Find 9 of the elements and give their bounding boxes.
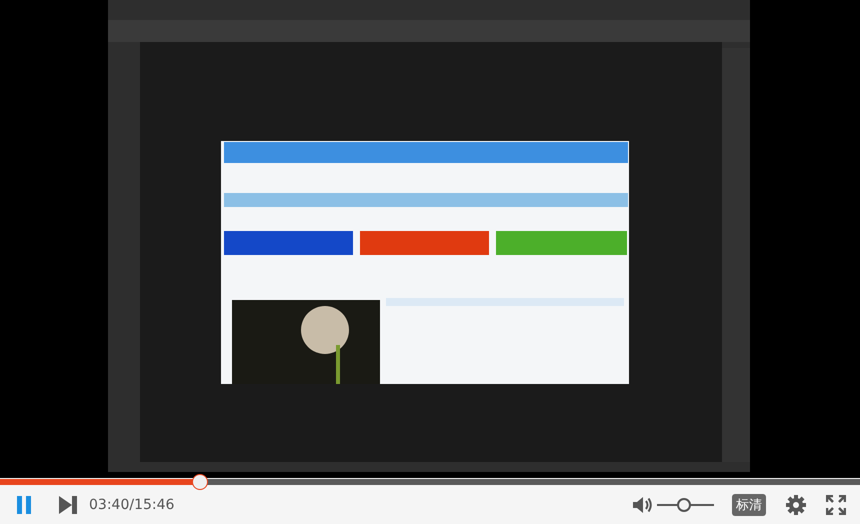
quality-button[interactable]: 标清 [732,494,766,516]
volume-slider[interactable] [657,498,714,512]
pause-icon[interactable] [16,496,32,514]
volume-handle[interactable] [676,498,691,512]
time-display: 03:40/15:46 [89,497,174,513]
volume-icon[interactable] [633,496,653,514]
next-icon[interactable] [59,496,77,514]
fullscreen-icon[interactable] [826,495,846,515]
settings-icon[interactable] [786,495,806,515]
